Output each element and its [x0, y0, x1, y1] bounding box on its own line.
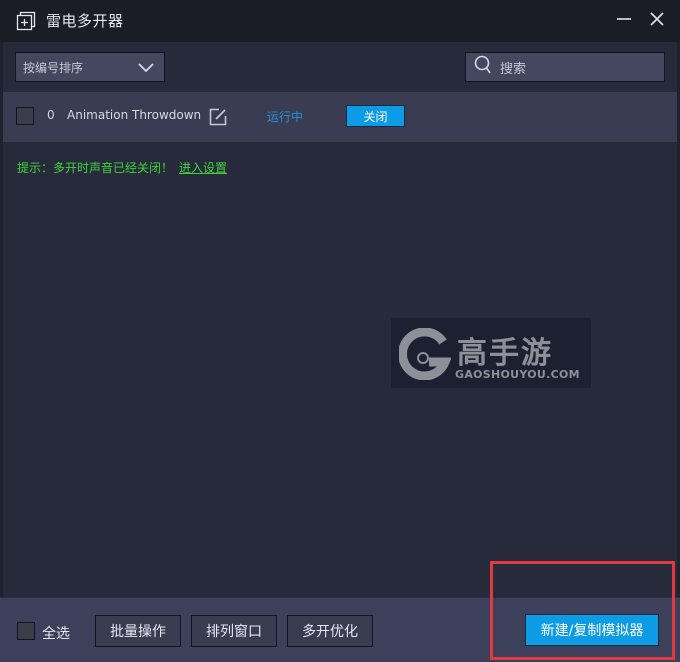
instance-row[interactable]: 0 Animation Throwdown 运行中 关闭	[3, 92, 677, 142]
search-input[interactable]: 搜索	[465, 52, 665, 82]
title-bar: 雷电多开器	[0, 0, 680, 42]
close-icon	[649, 11, 665, 31]
sort-order-value: 按编号排序	[23, 60, 84, 75]
instance-index: 0	[47, 108, 55, 122]
select-all-label[interactable]: 全选	[42, 623, 70, 643]
close-instance-button[interactable]: 关闭	[346, 105, 405, 127]
window-title: 雷电多开器	[46, 12, 124, 30]
watermark-domain: GAOSHOUYOU.COM	[455, 368, 580, 381]
select-all-checkbox[interactable]	[17, 622, 35, 640]
create-copy-emulator-button[interactable]: 新建/复制模拟器	[525, 614, 659, 646]
search-placeholder: 搜索	[500, 61, 527, 77]
watermark-brand: 高手游	[457, 336, 553, 371]
enter-settings-link[interactable]: 进入设置	[179, 159, 227, 176]
instance-name: Animation Throwdown	[67, 108, 202, 122]
gaoshouyou-logo-icon	[398, 327, 452, 384]
edit-icon[interactable]	[208, 107, 228, 127]
multi-instance-app-icon	[16, 11, 36, 31]
sort-order-select[interactable]: 按编号排序	[15, 52, 165, 82]
footer-bar: 全选 批量操作 排列窗口 多开优化 新建/复制模拟器	[0, 597, 680, 662]
instance-checkbox[interactable]	[16, 107, 34, 125]
batch-operation-button[interactable]: 批量操作	[95, 615, 181, 647]
close-window-button[interactable]	[644, 8, 670, 34]
instance-status: 运行中	[267, 110, 304, 124]
sound-off-hint: 提示：多开时声音已经关闭！	[17, 161, 174, 175]
multi-instance-optimize-button[interactable]: 多开优化	[287, 615, 373, 647]
minimize-button[interactable]	[611, 8, 637, 34]
search-icon	[474, 55, 492, 79]
watermark: 高手游 GAOSHOUYOU.COM	[391, 318, 591, 388]
arrange-windows-button[interactable]: 排列窗口	[191, 615, 277, 647]
minus-icon	[616, 11, 632, 31]
chevron-down-icon	[138, 60, 154, 77]
